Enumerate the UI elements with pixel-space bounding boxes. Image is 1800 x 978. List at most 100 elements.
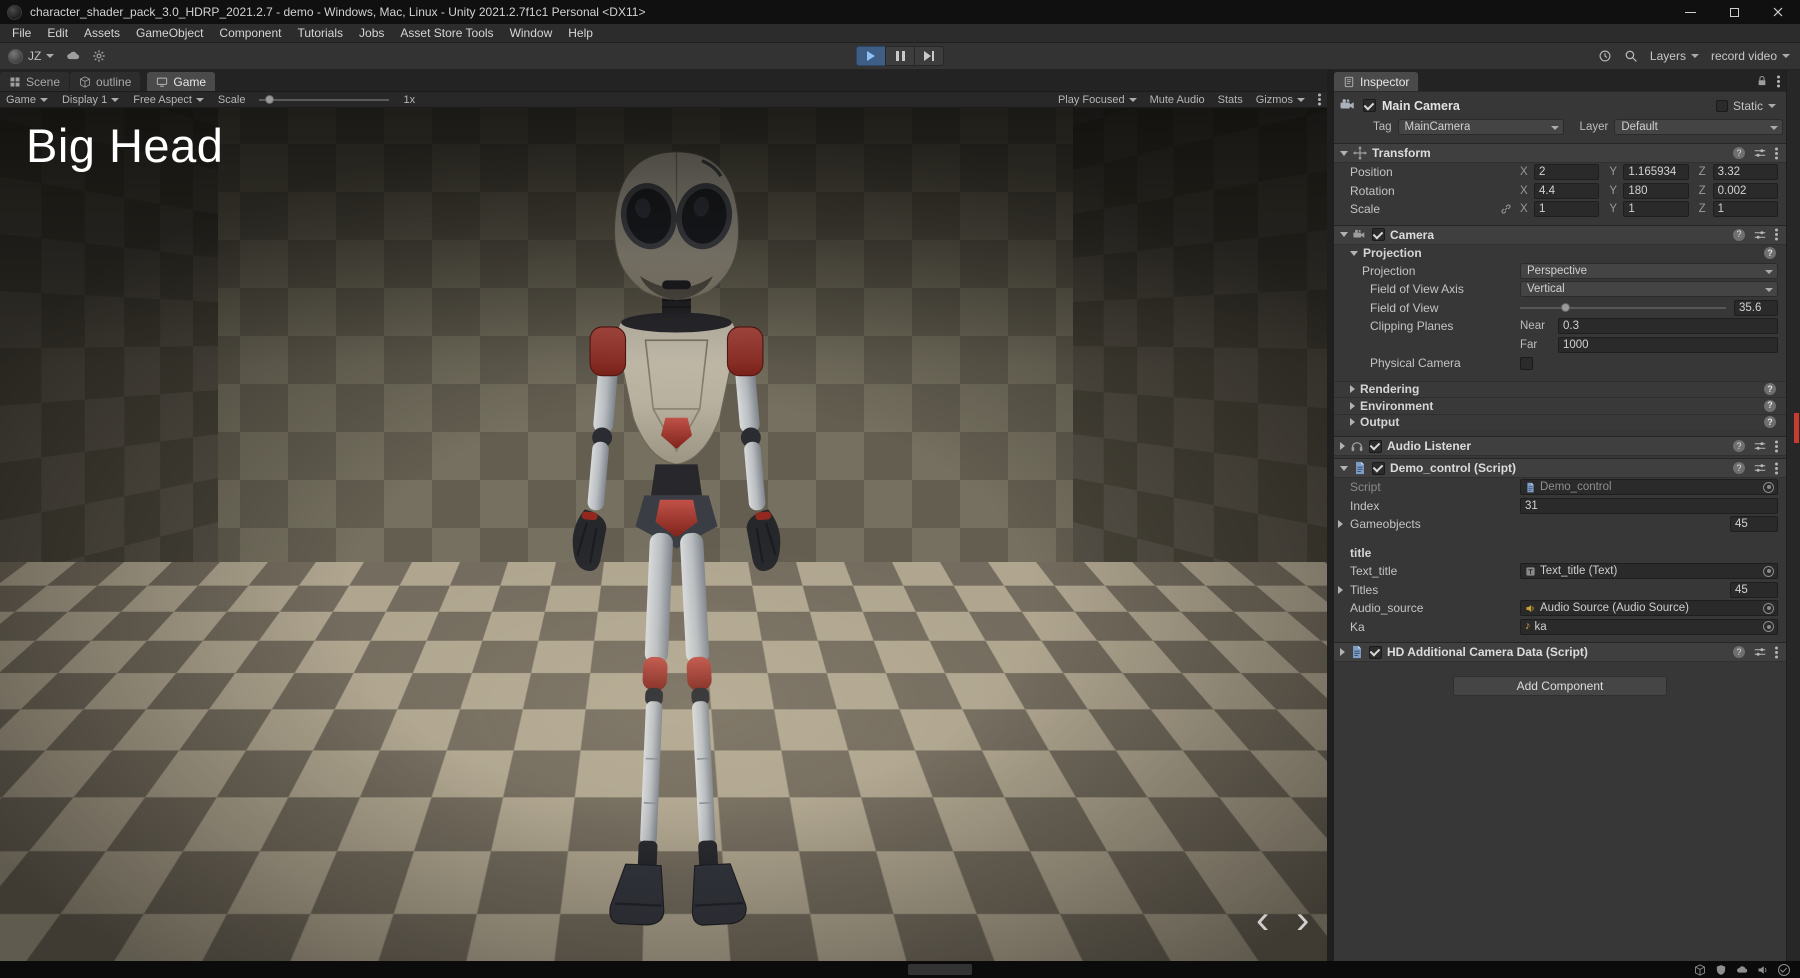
- help-icon[interactable]: ?: [1733, 440, 1745, 452]
- help-icon[interactable]: ?: [1764, 247, 1776, 259]
- camera-component-header[interactable]: Camera ?: [1334, 224, 1786, 245]
- help-icon[interactable]: ?: [1764, 399, 1776, 412]
- rotation-x-field[interactable]: 4.4: [1534, 182, 1600, 199]
- menu-tutorials[interactable]: Tutorials: [289, 24, 351, 42]
- output-foldout[interactable]: Output ?: [1334, 413, 1786, 430]
- kebab-menu-icon[interactable]: [1775, 650, 1778, 654]
- gameobject-name[interactable]: Main Camera: [1382, 99, 1460, 113]
- foldout-open-icon[interactable]: [1340, 150, 1348, 156]
- environment-foldout[interactable]: Environment ?: [1334, 397, 1786, 414]
- foldout-open-icon[interactable]: [1340, 465, 1348, 471]
- cloud-icon[interactable]: [1736, 964, 1748, 976]
- audio-source-object-field[interactable]: Audio Source (Audio Source): [1520, 600, 1778, 617]
- tab-outline[interactable]: outline: [70, 72, 141, 91]
- layout-dropdown[interactable]: record video: [1711, 49, 1790, 63]
- link-constrain-icon[interactable]: [1500, 203, 1512, 215]
- presets-icon[interactable]: [1754, 147, 1766, 159]
- tab-game[interactable]: Game: [147, 72, 216, 91]
- undo-history-icon[interactable]: [1598, 49, 1612, 63]
- menu-assets[interactable]: Assets: [76, 24, 128, 42]
- tab-scene[interactable]: Scene: [0, 72, 70, 91]
- scale-x-field[interactable]: 1: [1534, 201, 1600, 218]
- maximize-button[interactable]: [1712, 0, 1756, 24]
- help-icon[interactable]: ?: [1733, 646, 1745, 658]
- position-z-field[interactable]: 3.32: [1712, 164, 1778, 181]
- hd-camera-data-checkbox[interactable]: [1369, 645, 1382, 659]
- help-icon[interactable]: ?: [1733, 228, 1745, 241]
- progress-check-icon[interactable]: [1778, 963, 1790, 976]
- speaker-icon[interactable]: [1757, 964, 1769, 976]
- settings-gear-icon[interactable]: [92, 49, 106, 63]
- inspector-scrollbar[interactable]: [1786, 70, 1800, 961]
- mute-audio-toggle[interactable]: Mute Audio: [1150, 94, 1205, 106]
- play-focused-dropdown[interactable]: Play Focused: [1058, 94, 1137, 106]
- demo-control-header[interactable]: Demo_control (Script) ?: [1334, 458, 1786, 478]
- fov-field[interactable]: 35.6: [1734, 299, 1778, 316]
- tab-inspector[interactable]: Inspector: [1334, 72, 1419, 91]
- menu-gameobject[interactable]: GameObject: [128, 24, 211, 42]
- gizmos-dropdown[interactable]: Gizmos: [1256, 94, 1305, 106]
- object-picker-icon[interactable]: [1763, 565, 1774, 577]
- script-object-field[interactable]: Demo_control: [1520, 479, 1778, 496]
- add-component-button[interactable]: Add Component: [1453, 676, 1667, 696]
- transform-component-header[interactable]: Transform ?: [1334, 143, 1786, 163]
- scale-y-field[interactable]: 1: [1623, 201, 1689, 218]
- presets-icon[interactable]: [1754, 462, 1766, 474]
- foldout-closed-icon[interactable]: [1340, 442, 1345, 450]
- step-button[interactable]: [914, 46, 944, 66]
- rotation-y-field[interactable]: 180: [1623, 182, 1689, 199]
- scale-slider-knob[interactable]: [265, 94, 275, 104]
- projection-dropdown[interactable]: Perspective: [1520, 262, 1778, 279]
- fov-axis-dropdown[interactable]: Vertical: [1520, 281, 1778, 298]
- panel-splitter[interactable]: [1327, 70, 1334, 961]
- gameobject-active-checkbox[interactable]: [1363, 99, 1376, 112]
- object-picker-icon[interactable]: [1763, 481, 1774, 493]
- static-checkbox[interactable]: [1715, 99, 1728, 112]
- fov-slider[interactable]: [1520, 300, 1726, 316]
- near-clip-field[interactable]: 0.3: [1558, 318, 1778, 335]
- minimize-button[interactable]: [1668, 0, 1712, 24]
- rotation-z-field[interactable]: 0.002: [1712, 182, 1778, 199]
- physical-camera-checkbox[interactable]: [1520, 356, 1533, 370]
- audio-listener-checkbox[interactable]: [1369, 439, 1382, 453]
- object-picker-icon[interactable]: [1763, 602, 1774, 614]
- index-field[interactable]: 31: [1520, 497, 1778, 514]
- menu-file[interactable]: File: [4, 24, 39, 42]
- presets-icon[interactable]: [1754, 229, 1766, 241]
- menu-window[interactable]: Window: [502, 24, 561, 42]
- search-icon[interactable]: [1624, 49, 1638, 63]
- object-picker-icon[interactable]: [1763, 621, 1774, 633]
- tag-dropdown[interactable]: MainCamera: [1397, 119, 1564, 135]
- kebab-menu-icon[interactable]: [1777, 79, 1780, 83]
- foldout-closed-icon[interactable]: [1338, 520, 1343, 528]
- position-y-field[interactable]: 1.165934: [1623, 164, 1689, 181]
- play-button[interactable]: [856, 46, 886, 66]
- cloud-services-icon[interactable]: [66, 49, 80, 63]
- keyboard-cube-icon[interactable]: [1694, 964, 1706, 976]
- scale-slider[interactable]: [259, 94, 390, 104]
- aspect-ratio-dropdown[interactable]: Free Aspect: [133, 94, 204, 106]
- menu-component[interactable]: Component: [211, 24, 289, 42]
- next-character-button[interactable]: ›: [1296, 900, 1309, 940]
- statusbar-item[interactable]: [908, 964, 972, 975]
- help-icon[interactable]: ?: [1733, 147, 1745, 159]
- help-icon[interactable]: ?: [1764, 416, 1776, 429]
- camera-enabled-checkbox[interactable]: [1372, 228, 1385, 241]
- menu-edit[interactable]: Edit: [39, 24, 76, 42]
- position-x-field[interactable]: 2: [1534, 164, 1600, 181]
- help-icon[interactable]: ?: [1764, 383, 1776, 396]
- gameobjects-size-field[interactable]: 45: [1730, 516, 1778, 533]
- menu-jobs[interactable]: Jobs: [351, 24, 392, 42]
- far-clip-field[interactable]: 1000: [1558, 336, 1778, 353]
- kebab-menu-icon[interactable]: [1775, 466, 1778, 470]
- static-dropdown[interactable]: Static: [1715, 99, 1776, 113]
- ka-object-field[interactable]: ♪ ka: [1520, 618, 1778, 635]
- foldout-closed-icon[interactable]: [1338, 585, 1343, 594]
- kebab-menu-icon[interactable]: [1775, 151, 1778, 155]
- demo-control-checkbox[interactable]: [1372, 461, 1385, 475]
- menu-asset-store-tools[interactable]: Asset Store Tools: [392, 24, 501, 42]
- kebab-menu-icon[interactable]: [1775, 233, 1778, 236]
- fov-slider-knob[interactable]: [1561, 302, 1571, 312]
- foldout-open-icon[interactable]: [1340, 232, 1348, 237]
- hd-camera-data-header[interactable]: HD Additional Camera Data (Script) ?: [1334, 642, 1786, 662]
